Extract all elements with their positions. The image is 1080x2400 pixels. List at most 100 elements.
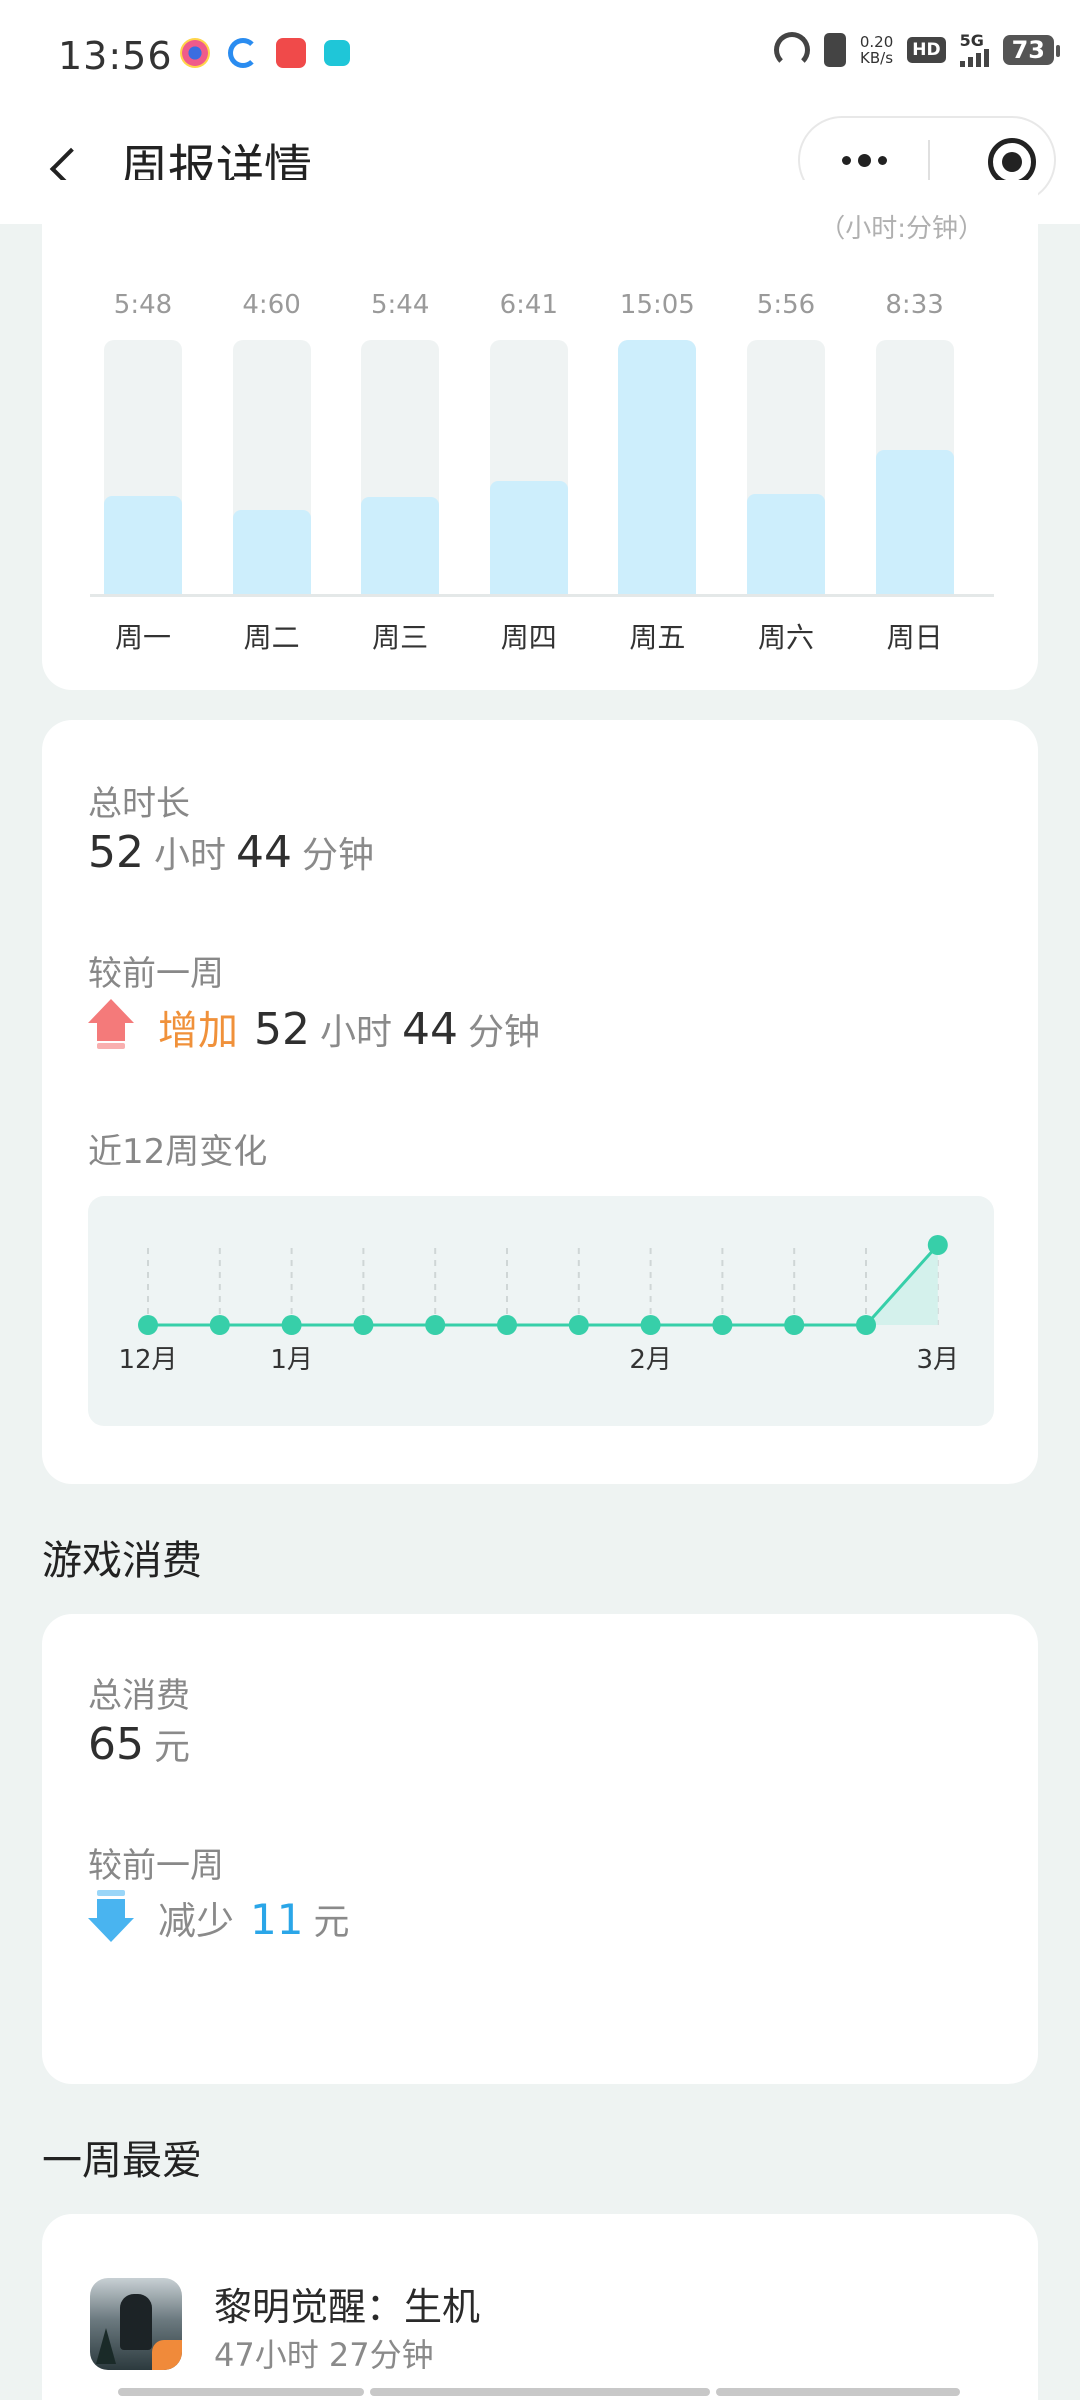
trend-point [568, 1315, 589, 1335]
total-duration-label: 总时长 [88, 784, 190, 824]
bar-column: 5:44 [361, 290, 440, 594]
weekly-playtime-chart-card: （小时:分钟） 5:48 4:60 5:44 6:41 15:05 5:56 8:33 周一… [42, 180, 1038, 690]
app-notification-icon [276, 38, 306, 68]
bar-value-label: 6:41 [499, 290, 558, 320]
hd-badge: HD [907, 37, 946, 63]
change-minutes-unit: 分钟 [468, 1012, 541, 1053]
spending-compare-label: 较前一周 [88, 1846, 224, 1886]
bar-track [361, 340, 440, 594]
bar [618, 340, 697, 594]
decrease-arrow-icon [88, 1890, 134, 1946]
favorite-game-card[interactable]: 黎明觉醒：生机 47小时 27分钟 [42, 2214, 1038, 2400]
bar-column: 15:05 [618, 290, 697, 594]
trend-point [353, 1315, 374, 1335]
status-time: 13:56 [58, 34, 173, 78]
total-hours: 52 [88, 827, 144, 878]
bar-column: 8:33 [875, 290, 954, 594]
bar-value-label: 15:05 [619, 290, 695, 320]
bar [489, 481, 568, 594]
spending-section-title: 游戏消费 [42, 1538, 202, 1584]
day-label: 周一 [114, 621, 171, 654]
bar-value-label: 5:48 [113, 290, 173, 320]
bar [875, 450, 954, 594]
scroll-indicator [118, 2388, 364, 2396]
spending-card: 总消费 65 元 较前一周 减少 11 元 [42, 1614, 1038, 2084]
total-spending-value: 65 元 [88, 1718, 190, 1770]
total-hours-unit: 小时 [154, 835, 227, 876]
app-notification-icon [180, 38, 210, 68]
trend-point [784, 1315, 805, 1335]
trend-month-label: 12月 [118, 1345, 177, 1375]
bar-track [232, 340, 311, 594]
trend-month-label: 3月 [917, 1345, 960, 1375]
change-direction: 增加 [158, 1008, 238, 1054]
spending-change: 减少 11 元 [88, 1890, 349, 1946]
total-spending-label: 总消费 [88, 1676, 190, 1716]
capsule-divider [928, 140, 930, 182]
change-hours-unit: 小时 [320, 1012, 393, 1053]
signal-icon: 5G [959, 33, 989, 67]
trend-month-label: 1月 [270, 1345, 313, 1375]
chart-baseline [90, 594, 994, 597]
bar-value-label: 4:60 [242, 290, 301, 320]
day-label: 周日 [886, 621, 943, 654]
status-right: 0.20 KB/s HD 5G 73 [773, 32, 1061, 68]
game-name: 黎明觉醒：生机 [214, 2285, 481, 2329]
bar [104, 496, 182, 594]
playtime-change: 增加 52 小时 44 分钟 [88, 998, 540, 1056]
trend-month-label: 2月 [629, 1345, 672, 1375]
twelve-week-trend-chart: 12月 1月 2月 3月 [88, 1196, 994, 1426]
bar-track [618, 340, 697, 594]
bar-value-label: 5:56 [756, 290, 816, 320]
trend-point [138, 1315, 158, 1335]
network-speed: 0.20 KB/s [859, 33, 894, 67]
bar [747, 494, 825, 594]
trend-point [712, 1315, 733, 1335]
compare-label: 较前一周 [88, 954, 224, 994]
app-notification-icon [324, 40, 350, 66]
trend-chart-svg: 12月 1月 2月 3月 [118, 1235, 960, 1375]
speedometer-icon [773, 32, 810, 68]
trend-point [497, 1315, 517, 1335]
bar-track [104, 340, 182, 594]
bar-value-label: 8:33 [885, 290, 944, 320]
bar-track [875, 340, 954, 594]
total-spending-unit: 元 [154, 1727, 191, 1768]
favorite-section-title: 一周最爱 [42, 2138, 202, 2184]
increase-arrow-icon [88, 999, 134, 1055]
bar-chart: 5:48 4:60 5:44 6:41 15:05 5:56 8:33 [90, 290, 994, 594]
trend-label: 近12周变化 [88, 1132, 268, 1172]
vibrate-icon [823, 33, 846, 67]
bar-value-label: 5:44 [370, 290, 430, 320]
game-playtime: 47小时 27分钟 [214, 2336, 434, 2374]
game-icon [90, 2278, 182, 2370]
trend-point [281, 1315, 302, 1335]
bar-column: 4:60 [232, 290, 311, 594]
spending-change-unit: 元 [313, 1902, 350, 1943]
total-duration-value: 52 小时 44 分钟 [88, 826, 374, 878]
spending-change-direction: 减少 [158, 1899, 235, 1943]
day-label: 周二 [243, 621, 300, 654]
total-minutes-unit: 分钟 [302, 835, 375, 876]
day-label: 周六 [757, 621, 814, 654]
status-bar: 13:56 0.20 KB/s HD 5G 73 [0, 0, 1080, 112]
day-label: 周三 [372, 621, 429, 654]
total-spending-amount: 65 [88, 1719, 144, 1770]
bar-track [489, 340, 568, 594]
browser-notification-icon [228, 38, 258, 68]
close-mini-program-button[interactable] [988, 138, 1036, 186]
day-label: 周五 [629, 621, 686, 654]
total-minutes: 44 [236, 827, 293, 878]
scroll-indicator [370, 2388, 710, 2396]
change-minutes: 44 [402, 1004, 459, 1055]
day-label: 周四 [500, 621, 557, 654]
chart-unit-note: （小时:分钟） [819, 214, 984, 244]
notification-icons [180, 38, 350, 68]
bar [232, 510, 311, 594]
bar-track [747, 340, 825, 594]
playtime-summary-card: 总时长 52 小时 44 分钟 较前一周 增加 52 小时 44 分钟 近12周… [42, 720, 1038, 1484]
bar [361, 497, 440, 594]
spending-change-amount: 11 [250, 1895, 304, 1944]
trend-point [425, 1315, 446, 1335]
trend-line [148, 1243, 939, 1327]
